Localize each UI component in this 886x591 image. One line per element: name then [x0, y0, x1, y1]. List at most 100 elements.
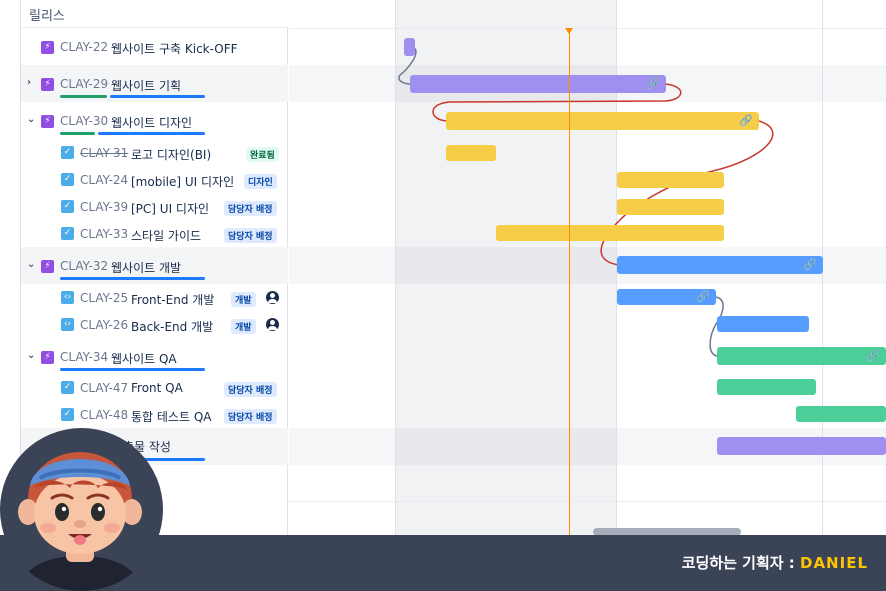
lightning-icon: ⚡: [41, 115, 54, 128]
subtask-icon: ‹›: [61, 291, 74, 304]
task-bar[interactable]: [617, 172, 724, 188]
task-bar[interactable]: [496, 225, 724, 241]
issue-key[interactable]: CLAY-48: [80, 408, 128, 422]
issue-title[interactable]: Front-End 개발: [131, 291, 214, 308]
chevron-down-icon[interactable]: ⌄: [27, 114, 35, 125]
issue-title[interactable]: 로고 디자인(BI): [131, 146, 211, 163]
issue-title[interactable]: 웹사이트 구축 Kick-OFF: [111, 40, 238, 57]
status-badge[interactable]: 담당자 배정: [224, 228, 277, 243]
issue-title[interactable]: [PC] UI 디자인: [131, 200, 209, 217]
issue-key[interactable]: CLAY-32: [60, 259, 108, 273]
lightning-icon: ⚡: [41, 260, 54, 273]
list-item[interactable]: › ⚡ CLAY-29 웹사이트 기획: [21, 65, 288, 102]
task-bar[interactable]: [717, 379, 816, 395]
issue-key[interactable]: CLAY-24: [80, 173, 128, 187]
release-header: 릴리스: [21, 0, 288, 28]
issue-key[interactable]: CLAY-22: [60, 40, 108, 54]
list-item[interactable]: ✓ CLAY-33 스타일 가이드 담당자 배정: [21, 220, 288, 247]
footer-name: DANIEL: [800, 554, 868, 572]
issue-key[interactable]: CLAY-33: [80, 227, 128, 241]
checkbox-icon: ✓: [61, 146, 74, 159]
status-badge[interactable]: 디자인: [244, 174, 277, 189]
chevron-right-icon[interactable]: ›: [27, 77, 31, 88]
today-marker-arrow: [565, 28, 573, 34]
progress-remaining: [110, 95, 205, 98]
status-badge[interactable]: 개발: [231, 292, 256, 307]
issue-title[interactable]: 스타일 가이드: [131, 227, 201, 244]
epic-bar[interactable]: [717, 437, 886, 455]
issue-key[interactable]: CLAY-26: [80, 318, 128, 332]
chevron-down-icon[interactable]: ⌄: [27, 259, 35, 270]
issue-key[interactable]: CLAY-30: [60, 114, 108, 128]
list-item[interactable]: ✓ CLAY-47 Front QA 담당자 배정: [21, 375, 288, 401]
list-item[interactable]: ⚡ CLAY-22 웹사이트 구축 Kick-OFF: [21, 28, 288, 65]
avatar-icon[interactable]: [266, 318, 279, 331]
chevron-down-icon[interactable]: ⌄: [27, 350, 35, 361]
task-bar[interactable]: [446, 145, 496, 161]
timeline-chart: 🔗 🔗 🔗 🔗 🔗: [289, 0, 886, 535]
issue-key[interactable]: CLAY-25: [80, 291, 128, 305]
issue-key[interactable]: CLAY-29: [60, 77, 108, 91]
issue-key[interactable]: CLAY-39: [80, 200, 128, 214]
task-bar[interactable]: 🔗: [617, 289, 716, 305]
progress-done: [60, 95, 107, 98]
character-illustration: [18, 452, 142, 591]
status-badge[interactable]: 완료됨: [246, 147, 279, 162]
link-icon[interactable]: 🔗: [739, 114, 753, 127]
list-item[interactable]: ⌄ ⚡ CLAY-30 웹사이트 디자인: [21, 102, 288, 139]
lightning-icon: ⚡: [41, 41, 54, 54]
link-icon[interactable]: 🔗: [866, 349, 880, 362]
epic-bar[interactable]: 🔗: [617, 256, 823, 274]
status-badge[interactable]: 개발: [231, 319, 256, 334]
list-item[interactable]: ⌄ ⚡ CLAY-34 웹사이트 QA: [21, 338, 288, 375]
issue-title[interactable]: 통합 테스트 QA: [131, 408, 211, 425]
issue-key[interactable]: CLAY-31: [80, 146, 128, 160]
lightning-icon: ⚡: [41, 351, 54, 364]
link-icon[interactable]: 🔗: [696, 290, 710, 303]
task-bar[interactable]: [717, 316, 809, 332]
list-item[interactable]: ‹› CLAY-26 Back-End 개발 개발: [21, 311, 288, 338]
character-avatar: [0, 428, 163, 591]
list-item[interactable]: ✓ CLAY-24 [mobile] UI 디자인 디자인: [21, 166, 288, 193]
issue-title[interactable]: 웹사이트 개발: [111, 259, 181, 276]
issue-title[interactable]: Back-End 개발: [131, 318, 213, 335]
issue-title[interactable]: 웹사이트 기획: [111, 77, 181, 94]
list-item[interactable]: ⌄ ⚡ CLAY-32 웹사이트 개발: [21, 247, 288, 284]
list-item[interactable]: ‹› CLAY-25 Front-End 개발 개발: [21, 284, 288, 311]
epic-bar[interactable]: 🔗: [410, 75, 666, 93]
status-badge[interactable]: 담당자 배정: [224, 409, 277, 424]
subtask-icon: ‹›: [61, 318, 74, 331]
checkbox-icon: ✓: [61, 173, 74, 186]
task-bar[interactable]: [617, 199, 724, 215]
status-badge[interactable]: 담당자 배정: [224, 382, 277, 397]
issue-title[interactable]: 웹사이트 디자인: [111, 114, 192, 131]
epic-bar[interactable]: [404, 38, 415, 56]
avatar-icon[interactable]: [266, 291, 279, 304]
issue-title[interactable]: 웹사이트 QA: [111, 350, 177, 367]
epic-bar[interactable]: 🔗: [717, 347, 886, 365]
list-item[interactable]: ✓ CLAY-39 [PC] UI 디자인 담당자 배정: [21, 193, 288, 220]
today-marker: [569, 30, 570, 535]
task-bar[interactable]: [796, 406, 886, 422]
checkbox-icon: ✓: [61, 227, 74, 240]
issue-title[interactable]: [mobile] UI 디자인: [131, 173, 234, 190]
list-item[interactable]: ✓ CLAY-31 로고 디자인(BI) 완료됨: [21, 139, 288, 166]
footer-label: 코딩하는 기획자 :: [681, 554, 800, 572]
checkbox-icon: ✓: [61, 200, 74, 213]
list-item[interactable]: ✓ CLAY-48 통합 테스트 QA 담당자 배정: [21, 401, 288, 428]
progress-done: [60, 132, 95, 135]
link-icon[interactable]: 🔗: [646, 77, 660, 90]
progress-remaining: [60, 277, 205, 280]
dependency-line: [600, 120, 774, 266]
checkbox-icon: ✓: [61, 381, 74, 394]
lightning-icon: ⚡: [41, 78, 54, 91]
horizontal-scrollbar[interactable]: [593, 528, 741, 535]
footer-credit: 코딩하는 기획자 : DANIEL: [682, 552, 868, 573]
issue-key[interactable]: CLAY-47: [80, 381, 128, 395]
status-badge[interactable]: 담당자 배정: [224, 201, 277, 216]
issue-key[interactable]: CLAY-34: [60, 350, 108, 364]
epic-bar[interactable]: 🔗: [446, 112, 759, 130]
link-icon[interactable]: 🔗: [803, 258, 817, 271]
release-label: 릴리스: [29, 9, 65, 24]
issue-title[interactable]: Front QA: [131, 381, 183, 395]
